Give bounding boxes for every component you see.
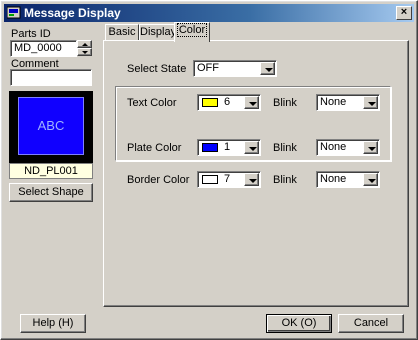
chevron-down-icon (265, 68, 273, 72)
close-button[interactable]: × (396, 6, 412, 20)
title-bar[interactable]: Message Display × (4, 4, 414, 22)
chevron-down-icon (368, 179, 376, 183)
text-color-label: Text Color (127, 97, 177, 109)
text-blink-dropdown[interactable]: None (316, 94, 380, 111)
dropdown-button[interactable] (363, 141, 378, 154)
spin-up-button[interactable] (77, 40, 92, 48)
border-color-value: 7 (224, 173, 231, 185)
ok-button[interactable]: OK (O) (266, 314, 332, 333)
border-blink-value: None (320, 173, 347, 185)
parts-id-field[interactable]: MD_0000 (10, 40, 77, 57)
chevron-down-icon (249, 102, 257, 106)
dropdown-button[interactable] (363, 173, 378, 186)
help-button[interactable]: Help (H) (20, 314, 86, 333)
text-color-dropdown[interactable]: 6 (197, 94, 261, 111)
chevron-down-icon (368, 102, 376, 106)
select-shape-button[interactable]: Select Shape (9, 183, 93, 202)
plate-blink-label: Blink (273, 142, 297, 154)
plate-blink-value: None (320, 141, 347, 153)
plate-blink-dropdown[interactable]: None (316, 139, 380, 156)
message-display-dialog: Message Display × Parts ID MD_0000 Comme… (0, 0, 418, 340)
text-blink-value: None (320, 96, 347, 108)
comment-field[interactable] (10, 69, 92, 86)
plate-color-swatch (202, 143, 218, 152)
preview-plate: ABC (18, 97, 84, 155)
dropdown-button[interactable] (244, 173, 259, 186)
dropdown-button[interactable] (244, 96, 259, 109)
border-blink-label: Blink (273, 174, 297, 186)
app-icon (7, 6, 21, 19)
border-blink-dropdown[interactable]: None (316, 171, 380, 188)
preview-text: ABC (37, 118, 65, 133)
parts-id-spinner[interactable] (77, 40, 92, 57)
tab-display[interactable]: Display (139, 24, 177, 41)
select-state-value: OFF (197, 62, 219, 74)
border-color-swatch (202, 175, 218, 184)
plate-color-label: Plate Color (127, 142, 182, 154)
text-blink-label: Blink (273, 97, 297, 109)
border-color-label: Border Color (127, 174, 190, 186)
text-color-swatch (202, 98, 218, 107)
window-title: Message Display (24, 6, 121, 20)
select-state-label: Select State (127, 63, 187, 75)
dropdown-button[interactable] (244, 141, 259, 154)
plate-color-value: 1 (224, 141, 231, 153)
tab-label: Basic (108, 26, 136, 38)
text-color-value: 6 (224, 96, 231, 108)
cancel-button[interactable]: Cancel (338, 314, 404, 333)
border-color-dropdown[interactable]: 7 (197, 171, 261, 188)
tab-label: Color (176, 23, 208, 37)
chevron-down-icon (368, 147, 376, 151)
arrow-down-icon (82, 51, 88, 54)
tab-color[interactable]: Color (174, 22, 210, 42)
shape-preview: ABC (9, 91, 93, 163)
shape-name: ND_PL001 (9, 163, 93, 179)
arrow-up-icon (82, 43, 88, 46)
select-state-dropdown[interactable]: OFF (193, 60, 277, 77)
dropdown-button[interactable] (260, 62, 275, 75)
plate-color-dropdown[interactable]: 1 (197, 139, 261, 156)
spin-down-button[interactable] (77, 48, 92, 56)
chevron-down-icon (249, 179, 257, 183)
tab-label: Display (140, 26, 177, 38)
close-icon: × (400, 6, 408, 18)
dropdown-button[interactable] (363, 96, 378, 109)
chevron-down-icon (249, 147, 257, 151)
parts-id-label: Parts ID (11, 28, 51, 40)
tab-basic[interactable]: Basic (105, 24, 139, 41)
